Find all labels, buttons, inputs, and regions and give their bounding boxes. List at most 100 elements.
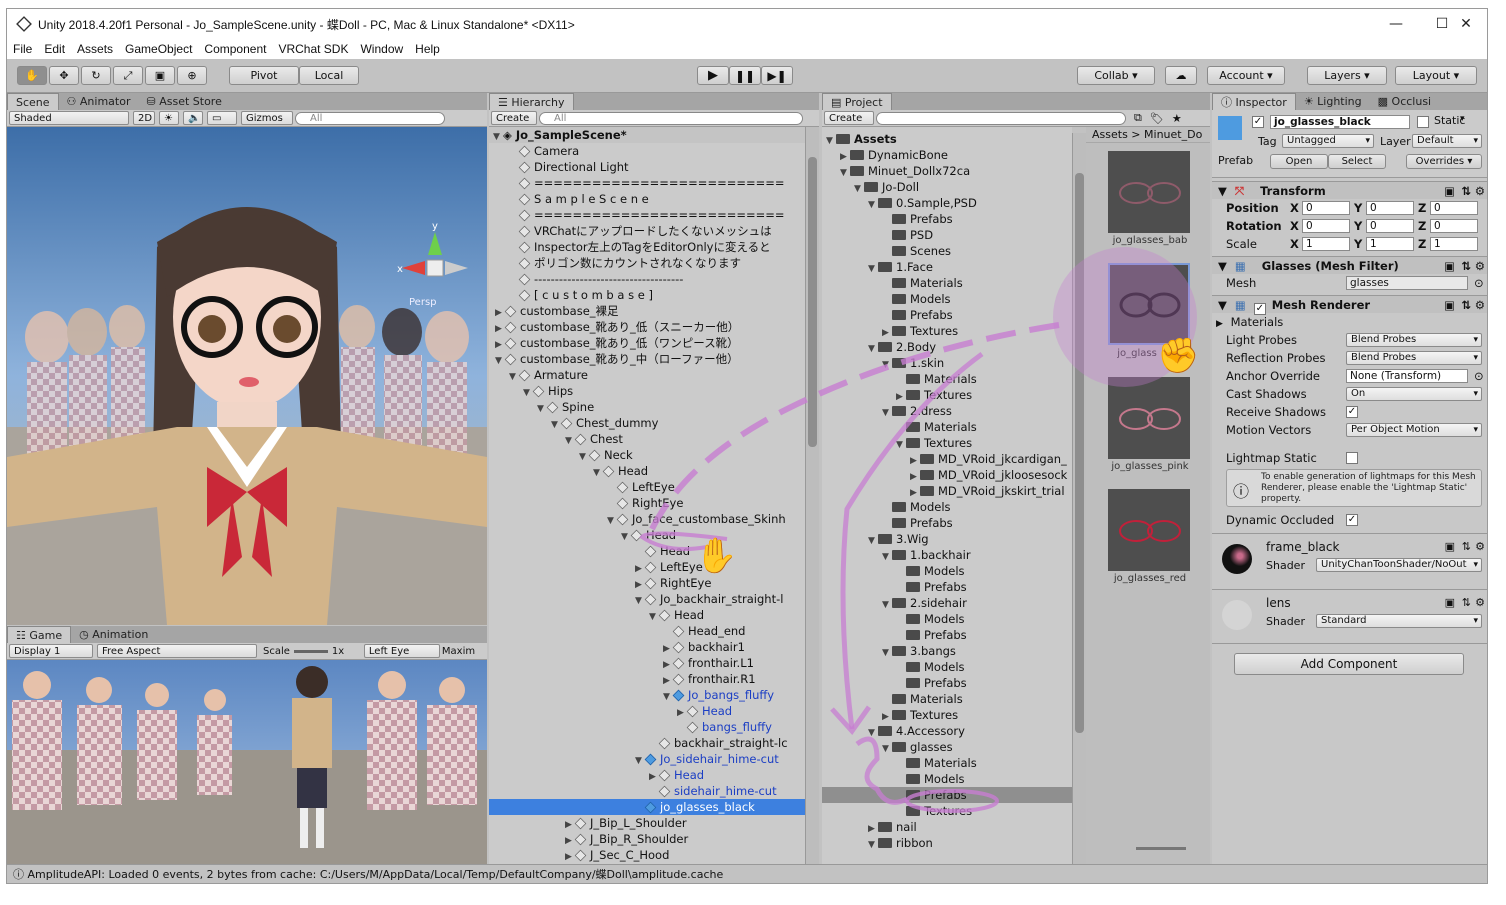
project-folder-row[interactable]: ▶ DynamicBone xyxy=(822,147,1072,163)
tab-occlusion[interactable]: ▩ Occlusi xyxy=(1369,93,1440,110)
hierarchy-row[interactable]: ========================== xyxy=(489,175,805,191)
close-button[interactable]: ✕ xyxy=(1443,9,1487,39)
menu-gameobject[interactable]: GameObject xyxy=(119,42,198,56)
menu-help[interactable]: Help xyxy=(409,42,446,56)
effects-toggle-icon[interactable]: ▭ xyxy=(207,111,237,125)
tab-asset-store[interactable]: ⛁ Asset Store xyxy=(138,93,230,110)
hierarchy-row[interactable]: bangs_fluffy xyxy=(489,719,805,735)
project-folder-row[interactable]: ▼ 2.Body xyxy=(822,339,1072,355)
menu-assets[interactable]: Assets xyxy=(71,42,119,56)
project-folder-row[interactable]: Textures xyxy=(822,803,1072,819)
project-folder-row[interactable]: ▼ 3.bangs xyxy=(822,643,1072,659)
gear-icon[interactable]: ⚙ xyxy=(1475,296,1485,314)
hierarchy-create-dropdown[interactable]: Create xyxy=(491,111,537,125)
asset-thumb-2[interactable] xyxy=(1108,263,1190,345)
cloud-icon[interactable]: ☁ xyxy=(1165,66,1197,85)
hierarchy-search-input[interactable]: All xyxy=(539,111,803,125)
asset-thumb-1[interactable] xyxy=(1108,151,1190,233)
layer-dropdown[interactable]: Default xyxy=(1412,134,1482,148)
scale-slider[interactable] xyxy=(293,649,328,653)
mesh-field[interactable]: glasses xyxy=(1346,276,1468,290)
reflection-probes-dropdown[interactable]: Blend Probes xyxy=(1346,351,1482,365)
transform-tool-icon[interactable]: ⊕ xyxy=(177,66,207,85)
project-folder-row[interactable]: Models xyxy=(822,291,1072,307)
help-icon[interactable]: ▣ xyxy=(1444,182,1455,200)
hierarchy-row[interactable]: ▶ J_Bip_L_Shoulder xyxy=(489,815,805,831)
transform-scale-z-field[interactable]: 1 xyxy=(1430,237,1478,251)
static-checkbox[interactable] xyxy=(1417,116,1429,128)
transform-scale-x-field[interactable]: 1 xyxy=(1302,237,1350,251)
project-folder-row[interactable]: ▼ 3.Wig xyxy=(822,531,1072,547)
project-folder-row[interactable]: ▼ Jo-Doll xyxy=(822,179,1072,195)
hierarchy-row[interactable]: ▼ Jo_sidehair_hime-cut xyxy=(489,751,805,767)
preset-icon[interactable]: ⇅ xyxy=(1462,596,1471,609)
materials-fold-arrow[interactable]: ▶ xyxy=(1216,319,1223,329)
menu-edit[interactable]: Edit xyxy=(38,42,71,56)
project-folder-row[interactable]: Materials xyxy=(822,371,1072,387)
hierarchy-row[interactable]: S a m p l e S c e n e xyxy=(489,191,805,207)
local-toggle[interactable]: Local xyxy=(299,66,359,85)
hierarchy-row[interactable]: ▼ Jo_bangs_fluffy xyxy=(489,687,805,703)
hierarchy-row[interactable]: sidehair_hime-cut xyxy=(489,783,805,799)
thumbnail-size-slider[interactable] xyxy=(1136,847,1186,850)
tag-dropdown[interactable]: Untagged xyxy=(1282,134,1374,148)
account-dropdown[interactable]: Account ▾ xyxy=(1207,66,1285,85)
tab-inspector[interactable]: ⓘ Inspector xyxy=(1212,93,1296,110)
transform-position-z-field[interactable]: 0 xyxy=(1430,201,1478,215)
tab-animation[interactable]: ◷ Animation xyxy=(71,626,157,643)
project-folder-row[interactable]: Prefabs xyxy=(822,787,1072,803)
object-name-field[interactable]: jo_glasses_black xyxy=(1270,115,1410,129)
scene-search-input[interactable]: All xyxy=(295,111,445,125)
project-folder-row[interactable]: Models xyxy=(822,499,1072,515)
hierarchy-row[interactable]: ▼ Chest xyxy=(489,431,805,447)
project-folder-row[interactable]: Models xyxy=(822,659,1072,675)
hierarchy-row[interactable]: ▼ Spine xyxy=(489,399,805,415)
project-folder-row[interactable]: ▼ Minuet_Dollx72ca xyxy=(822,163,1072,179)
scene-root-row[interactable]: ▼ ◈ Jo_SampleScene* xyxy=(489,127,805,143)
shader-dropdown[interactable]: Standard xyxy=(1316,614,1482,628)
hierarchy-row[interactable]: backhair_straight-lc xyxy=(489,735,805,751)
tab-animator[interactable]: ⚇ Animator xyxy=(58,93,139,110)
hierarchy-row[interactable]: Camera xyxy=(489,143,805,159)
hierarchy-row[interactable]: Head_end xyxy=(489,623,805,639)
rect-tool-icon[interactable]: ▣ xyxy=(145,66,175,85)
project-folder-row[interactable]: ▶ Textures xyxy=(822,707,1072,723)
project-folder-row[interactable]: ▼ 2.sidehair xyxy=(822,595,1072,611)
gizmos-dropdown[interactable]: Gizmos xyxy=(241,111,293,125)
project-folder-row[interactable]: Prefabs xyxy=(822,627,1072,643)
project-folder-row[interactable]: Prefabs xyxy=(822,211,1072,227)
audio-toggle-icon[interactable]: 🔈 xyxy=(183,111,203,125)
scene-viewport[interactable]: y x Persp xyxy=(7,127,487,625)
help-icon[interactable]: ▣ xyxy=(1445,596,1455,609)
hierarchy-row[interactable]: ▶ RightEye xyxy=(489,575,805,591)
minimize-button[interactable]: — xyxy=(1373,9,1419,39)
light-probes-dropdown[interactable]: Blend Probes xyxy=(1346,333,1482,347)
project-folder-row[interactable]: Materials xyxy=(822,691,1072,707)
hierarchy-row[interactable]: ▶ fronthair.R1 xyxy=(489,671,805,687)
shading-dropdown[interactable]: Shaded xyxy=(9,111,129,125)
object-picker-icon[interactable]: ⊙ xyxy=(1474,367,1484,385)
project-folder-row[interactable]: ▶ Textures xyxy=(822,323,1072,339)
light-toggle-icon[interactable]: ☀ xyxy=(159,111,179,125)
pivot-toggle[interactable]: Pivot xyxy=(229,66,299,85)
active-checkbox[interactable]: ✓ xyxy=(1252,116,1264,128)
project-tree-scrollbar[interactable] xyxy=(1072,133,1086,866)
add-component-button[interactable]: Add Component xyxy=(1234,653,1464,675)
preset-icon[interactable]: ⇅ xyxy=(1461,182,1471,200)
hierarchy-row[interactable]: ポリゴン数にカウントされなくなります xyxy=(489,255,805,271)
breadcrumb-minuet[interactable]: Minuet_Do xyxy=(1144,128,1202,141)
prefab-select-button[interactable]: Select xyxy=(1328,154,1386,169)
hierarchy-row[interactable]: ▶ J_Sec_C_Hood xyxy=(489,847,805,863)
tab-scene[interactable]: Scene xyxy=(7,93,59,110)
hierarchy-scroll-thumb[interactable] xyxy=(808,157,817,447)
hierarchy-row[interactable]: ========================== xyxy=(489,207,805,223)
menu-component[interactable]: Component xyxy=(198,42,272,56)
hierarchy-row[interactable]: ▼ Hips xyxy=(489,383,805,399)
hierarchy-row[interactable]: LeftEye xyxy=(489,479,805,495)
hierarchy-row[interactable]: Head xyxy=(489,543,805,559)
hierarchy-row[interactable]: ▼ Chest_dummy xyxy=(489,415,805,431)
mesh-renderer-header[interactable]: ▼ ▦ ✓ Mesh Renderer ▣ ⇅ ⚙ xyxy=(1212,295,1487,315)
hierarchy-row[interactable]: [ c u s t o m b a s e ] xyxy=(489,287,805,303)
tab-project[interactable]: ▤ Project xyxy=(822,93,892,110)
gear-icon[interactable]: ⚙ xyxy=(1475,596,1485,609)
